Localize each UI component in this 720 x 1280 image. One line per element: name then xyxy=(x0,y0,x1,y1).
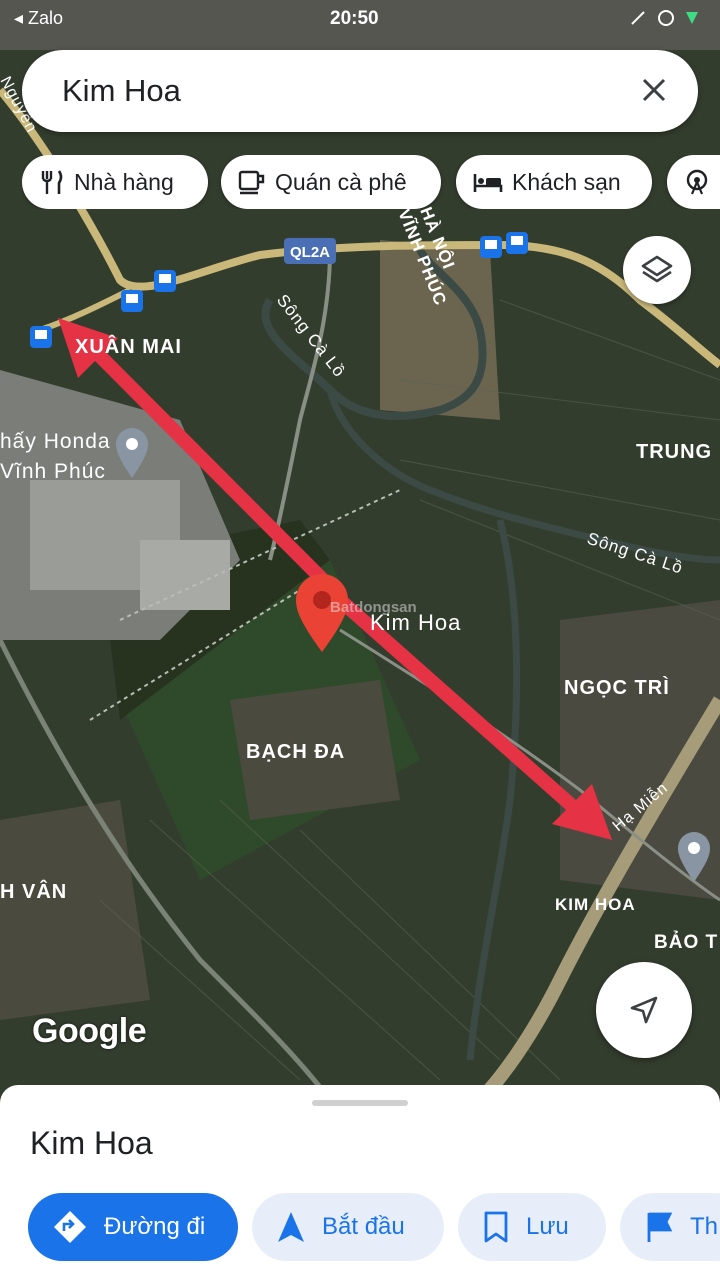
layers-button[interactable] xyxy=(623,236,691,304)
button-label: Lưu xyxy=(526,1213,569,1240)
bus-stop-icon[interactable] xyxy=(480,236,502,258)
map-label: NGỌC TRÌ xyxy=(564,676,670,699)
svg-text:QL2A: QL2A xyxy=(290,244,330,261)
bus-stop-icon[interactable] xyxy=(506,232,528,254)
chip-label: Nhà hàng xyxy=(74,168,174,195)
google-logo: Google xyxy=(32,1012,147,1050)
back-to-app[interactable]: ◂ Zalo xyxy=(14,8,63,29)
place-bottom-sheet[interactable]: Kim Hoa Đường đi Bắt đầu Lưu Th xyxy=(0,1085,720,1280)
map-label: XUÂN MAI xyxy=(75,334,182,358)
map-label: TRUNG xyxy=(636,441,712,463)
save-button[interactable]: Lưu xyxy=(458,1193,606,1261)
chip-label: Quán cà phê xyxy=(275,168,407,195)
search-query[interactable]: Kim Hoa xyxy=(62,73,181,109)
drag-handle[interactable] xyxy=(312,1100,408,1106)
map-label: BẠCH ĐA xyxy=(246,741,345,763)
category-chips: Nhà hàng Quán cà phê Khách sạn xyxy=(22,155,720,209)
place-title: Kim Hoa xyxy=(30,1125,153,1161)
map-label: H VÂN xyxy=(0,879,67,903)
map-label: Kim Hoa xyxy=(370,610,461,635)
navigation-arrow-icon xyxy=(278,1212,304,1242)
chip-cafes[interactable]: Quán cà phê xyxy=(221,155,441,209)
signal-wifi-battery-icon xyxy=(631,10,698,26)
flag-button[interactable]: Th xyxy=(620,1193,720,1261)
button-label: Th xyxy=(690,1213,719,1240)
directions-button[interactable]: Đường đi xyxy=(28,1193,238,1261)
bookmark-icon xyxy=(484,1211,508,1243)
map-label: hấy Honda xyxy=(0,430,111,453)
coffee-cup-icon xyxy=(238,170,265,195)
map-label: KIM HOA xyxy=(555,895,636,914)
map-label: BẢO T xyxy=(654,931,718,953)
road-badge-ql2a: QL2A xyxy=(284,238,336,264)
layers-icon xyxy=(641,255,673,283)
bed-icon xyxy=(473,174,503,192)
directions-icon xyxy=(54,1211,86,1243)
chip-restaurants[interactable]: Nhà hàng xyxy=(22,155,208,209)
search-bar[interactable]: Kim Hoa xyxy=(22,50,698,132)
status-bar: ◂ Zalo 20:50 xyxy=(0,0,720,36)
bus-stop-icon[interactable] xyxy=(121,290,143,312)
status-icons xyxy=(626,8,706,33)
location-arrow-icon xyxy=(630,996,658,1024)
chip-attractions[interactable] xyxy=(667,155,720,209)
clock: 20:50 xyxy=(330,8,379,29)
fork-knife-icon xyxy=(41,170,63,194)
button-label: Bắt đầu xyxy=(322,1213,405,1240)
my-location-button[interactable] xyxy=(596,962,692,1058)
button-label: Đường đi xyxy=(104,1213,206,1240)
close-icon[interactable] xyxy=(636,72,672,108)
start-button[interactable]: Bắt đầu xyxy=(252,1193,444,1261)
bus-stop-icon[interactable] xyxy=(30,326,52,348)
bus-stop-icon[interactable] xyxy=(154,270,176,292)
map-label: Vĩnh Phúc xyxy=(0,460,106,483)
chip-label: Khách sạn xyxy=(512,168,621,195)
flag-icon xyxy=(647,1212,673,1242)
chip-hotels[interactable]: Khách sạn xyxy=(456,155,652,209)
ferris-wheel-icon xyxy=(686,169,708,195)
